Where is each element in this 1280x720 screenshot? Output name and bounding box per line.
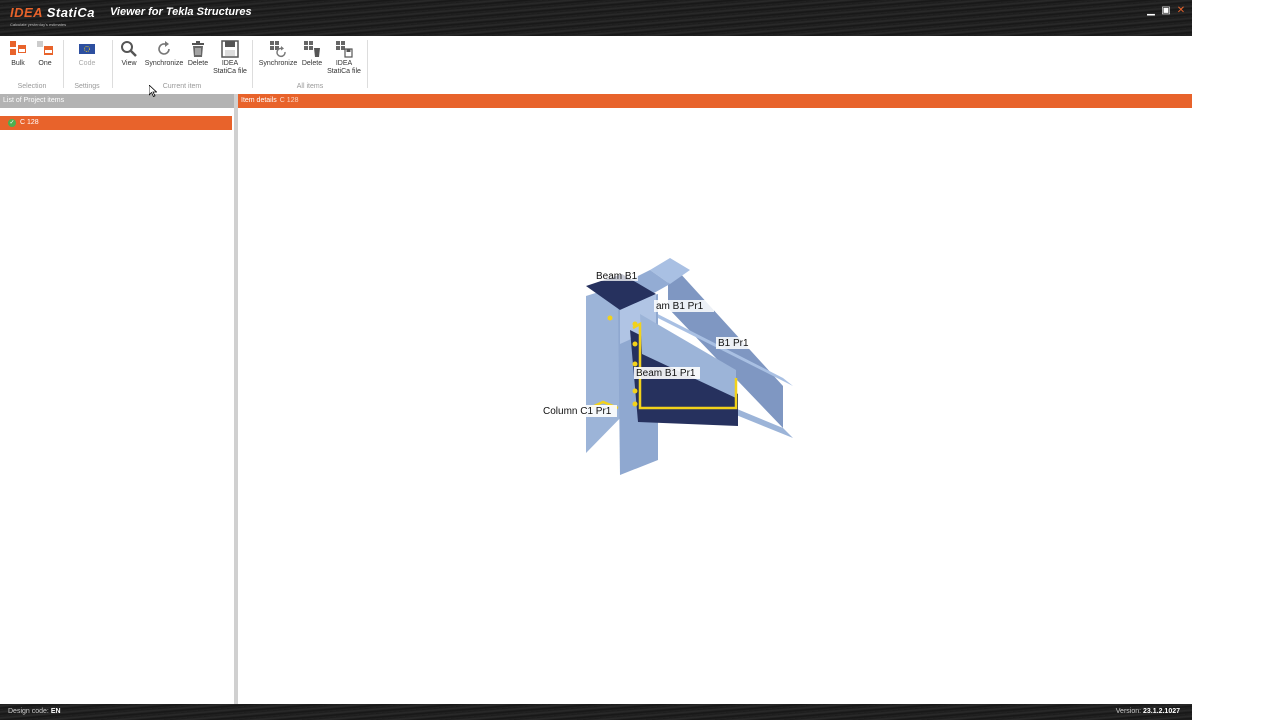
column-label: Column C1 Pr1 xyxy=(543,406,612,417)
version-status: Version: 23.1.2.1027 xyxy=(1116,704,1180,720)
magnifier-icon xyxy=(121,41,137,57)
delete-all-button[interactable]: Delete xyxy=(301,40,323,68)
idea-file-label-1: IDEA xyxy=(221,60,239,67)
app-window: IDEA StatiCa Calculate yesterday's estim… xyxy=(0,0,1192,720)
project-item-label: C 128 xyxy=(20,119,39,126)
one-button[interactable]: One xyxy=(35,40,55,68)
delete-current-button[interactable]: Delete xyxy=(187,40,209,68)
bulk-icon xyxy=(10,41,26,55)
delete-all-icon xyxy=(304,41,320,57)
maximize-button[interactable]: ▣ xyxy=(1161,6,1171,16)
beam-1-label: am B1 Pr1 xyxy=(656,301,704,312)
ribbon-separator xyxy=(367,40,368,88)
synchronize-all-label: Synchronize xyxy=(258,60,298,67)
bolt xyxy=(632,341,638,347)
delete-label: Delete xyxy=(187,60,209,67)
member-label-beam-2: B1 Pr1 xyxy=(716,337,750,349)
status-bar: Design code: EN Version: 23.1.2.1027 xyxy=(0,704,1192,720)
code-label: Code xyxy=(78,60,96,67)
view-label: View xyxy=(121,60,137,67)
close-button[interactable]: ✕ xyxy=(1176,6,1186,16)
bulk-button[interactable]: Bulk xyxy=(8,40,28,68)
idea-statica-file-current-button[interactable]: IDEA StatiCa file xyxy=(211,40,249,76)
save-all-icon xyxy=(336,41,353,58)
item-details-code: C 128 xyxy=(279,97,299,104)
item-details-header: Item details C 128 xyxy=(238,94,1192,108)
project-item-c128[interactable]: ✓ C 128 xyxy=(0,116,232,130)
ribbon-separator xyxy=(252,40,253,88)
desktop-background xyxy=(1192,0,1280,720)
ribbon-separator xyxy=(63,40,64,88)
project-items-header: List of Project items xyxy=(0,94,234,108)
ribbon-toolbar: Bulk One Selection Code Settings View Sy… xyxy=(0,36,1192,95)
title-bar: IDEA StatiCa Calculate yesterday's estim… xyxy=(0,0,1192,36)
synchronize-label: Synchronize xyxy=(144,60,184,67)
view-button[interactable]: View xyxy=(119,40,139,68)
eu-flag-icon xyxy=(79,44,95,54)
connection-3d-viewport[interactable]: Beam B1 am B1 Pr1 B1 Pr1 Beam B1 Pr1 Col… xyxy=(238,108,1192,704)
item-details-panel: Item details C 128 Beam B1 am B1 Pr1 B1 … xyxy=(238,94,1192,704)
app-title: Viewer for Tekla Structures xyxy=(110,6,252,18)
save-file-icon xyxy=(221,40,239,58)
member-label-beam-1: am B1 Pr1 xyxy=(654,300,714,312)
bolt xyxy=(632,401,638,407)
member-label-column: Column C1 Pr1 xyxy=(541,405,617,417)
bolt xyxy=(632,321,638,327)
project-items-panel: List of Project items ✓ C 128 xyxy=(0,94,234,704)
logo-statica-text: StatiCa xyxy=(46,5,95,20)
mouse-cursor-icon xyxy=(149,85,157,97)
selection-group-label: Selection xyxy=(17,83,47,90)
idea-statica-logo: IDEA StatiCa Calculate yesterday's estim… xyxy=(10,5,95,27)
version-label: Version: xyxy=(1115,708,1142,715)
member-label-beam-top: Beam B1 xyxy=(594,269,638,282)
one-label: One xyxy=(38,60,52,67)
check-icon: ✓ xyxy=(8,119,16,127)
beam-top-label: Beam B1 xyxy=(596,271,638,282)
settings-group-label: Settings xyxy=(74,83,100,90)
bolt xyxy=(632,361,638,367)
idea-file-all-label-2: StatiCa file xyxy=(327,68,361,75)
synchronize-current-button[interactable]: Synchronize xyxy=(143,40,185,68)
synchronize-all-button[interactable]: Synchronize xyxy=(257,40,299,68)
current-item-group-label: Current item xyxy=(162,83,202,90)
design-code-label: Design code: xyxy=(8,708,49,715)
version-value: 23.1.2.1027 xyxy=(1143,708,1180,715)
one-icon xyxy=(37,41,53,55)
idea-statica-file-all-button[interactable]: IDEA StatiCa file xyxy=(325,40,363,76)
ribbon-separator xyxy=(112,40,113,88)
bolt xyxy=(607,315,613,321)
beam-3-label: Beam B1 Pr1 xyxy=(636,368,696,379)
idea-file-all-label-1: IDEA xyxy=(335,60,353,67)
all-items-group-label: All items xyxy=(296,83,324,90)
synchronize-all-icon xyxy=(270,41,286,58)
beam-2-label: B1 Pr1 xyxy=(718,338,749,349)
minimize-button[interactable]: ▁ xyxy=(1146,6,1156,16)
logo-idea-text: IDEA xyxy=(10,5,43,20)
idea-file-label-2: StatiCa file xyxy=(213,68,247,75)
delete-all-label: Delete xyxy=(301,60,323,67)
design-code-value: EN xyxy=(50,708,61,715)
trash-icon xyxy=(192,41,204,57)
refresh-icon xyxy=(158,41,170,55)
bolt xyxy=(632,388,638,394)
bulk-label: Bulk xyxy=(11,60,25,67)
code-button[interactable]: Code xyxy=(72,40,102,68)
item-details-title: Item details xyxy=(241,97,277,104)
logo-tagline: Calculate yesterday's estimates xyxy=(10,22,67,27)
design-code-status: Design code: EN xyxy=(8,704,61,720)
member-label-beam-3: Beam B1 Pr1 xyxy=(634,367,700,379)
